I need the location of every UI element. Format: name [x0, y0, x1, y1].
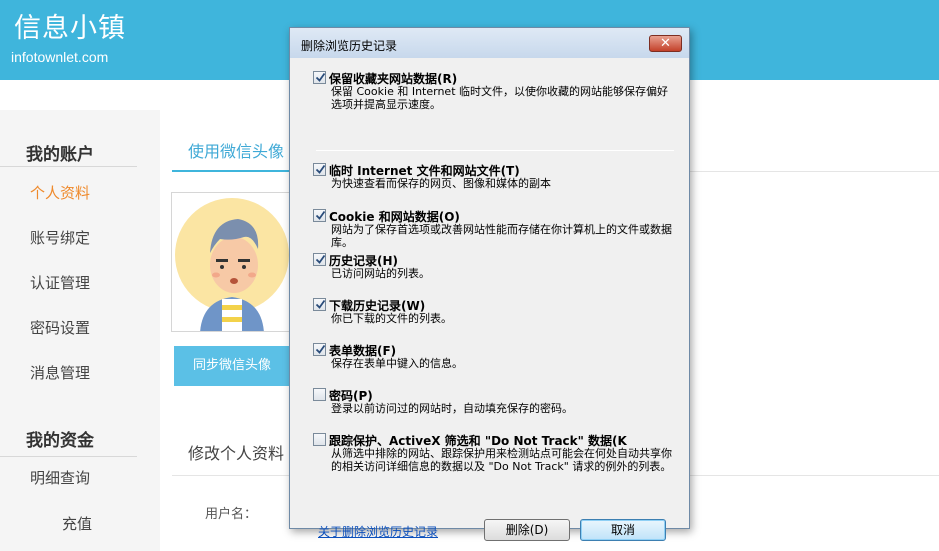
dialog-titlebar[interactable]: 删除浏览历史记录 ✕: [290, 28, 689, 58]
site-logo[interactable]: 信息小镇: [14, 6, 126, 45]
option-description: 保存在表单中键入的信息。: [331, 357, 463, 370]
cancel-button[interactable]: 取消: [580, 519, 666, 541]
checkmark-icon: [315, 72, 326, 82]
checkbox[interactable]: [313, 298, 326, 311]
dialog-title: 删除浏览历史记录: [301, 39, 398, 53]
option-description: 你已下载的文件的列表。: [331, 312, 452, 325]
option-description: 登录以前访问过的网站时，自动填充保存的密码。: [331, 402, 573, 415]
sidebar: 我的账户 个人资料 账号绑定 认证管理 密码设置 消息管理 我的资金 明细查询 …: [0, 110, 160, 551]
tab-wechat-avatar[interactable]: 使用微信头像: [188, 138, 284, 162]
checkbox[interactable]: [313, 209, 326, 222]
option-description: 为快速查看而保存的网页、图像和媒体的副本: [331, 177, 551, 190]
tab-active-indicator: [172, 170, 292, 172]
checkmark-icon: [315, 164, 326, 174]
close-icon[interactable]: ✕: [649, 35, 682, 52]
sidebar-divider: [0, 166, 137, 167]
option-description: 从筛选中排除的网站、跟踪保护用来检测站点可能会在何处自动共享你的相关访问详细信息…: [331, 447, 672, 473]
checkbox[interactable]: [313, 71, 326, 84]
checkmark-icon: [315, 254, 326, 264]
sync-wechat-avatar-button[interactable]: 同步微信头像: [174, 346, 290, 386]
sidebar-heading-account: 我的账户: [26, 145, 94, 165]
checkbox[interactable]: [313, 343, 326, 356]
site-domain: infotownlet.com: [11, 49, 109, 65]
section-title: 修改个人资料: [188, 444, 285, 463]
sidebar-item-details[interactable]: 明细查询: [30, 467, 90, 488]
checkmark-icon: [315, 299, 326, 309]
option-description: 已访问网站的列表。: [331, 267, 430, 280]
checkmark-icon: [315, 210, 326, 220]
sidebar-heading-funds: 我的资金: [26, 431, 94, 451]
username-label: 用户名：: [205, 507, 258, 522]
sidebar-item-profile[interactable]: 个人资料: [30, 182, 90, 203]
sidebar-item-messages[interactable]: 消息管理: [30, 362, 90, 383]
sidebar-item-binding[interactable]: 账号绑定: [30, 227, 90, 248]
checkbox[interactable]: [313, 388, 326, 401]
dialog-body: 保留收藏夹网站数据(R) 保留 Cookie 和 Internet 临时文件，以…: [298, 58, 681, 541]
option-description: 网站为了保存首选项或改善网站性能而存储在你计算机上的文件或数据库。: [331, 223, 672, 249]
checkmark-icon: [315, 344, 326, 354]
sidebar-item-verification[interactable]: 认证管理: [30, 272, 90, 293]
checkbox[interactable]: [313, 433, 326, 446]
sidebar-divider: [0, 456, 137, 457]
sidebar-item-recharge[interactable]: 充值: [62, 513, 92, 534]
delete-history-dialog: 删除浏览历史记录 ✕ 保留收藏夹网站数据(R) 保留 Cookie 和 Inte…: [289, 27, 690, 541]
sidebar-item-password[interactable]: 密码设置: [30, 317, 90, 338]
checkbox[interactable]: [313, 253, 326, 266]
option-separator: [316, 150, 674, 151]
about-delete-history-link[interactable]: 关于删除浏览历史记录: [318, 523, 438, 540]
checkbox[interactable]: [313, 163, 326, 176]
delete-button[interactable]: 删除(D): [484, 519, 570, 541]
avatar: [171, 192, 291, 332]
option-description: 保留 Cookie 和 Internet 临时文件，以使你收藏的网站能够保存偏好…: [331, 85, 668, 111]
